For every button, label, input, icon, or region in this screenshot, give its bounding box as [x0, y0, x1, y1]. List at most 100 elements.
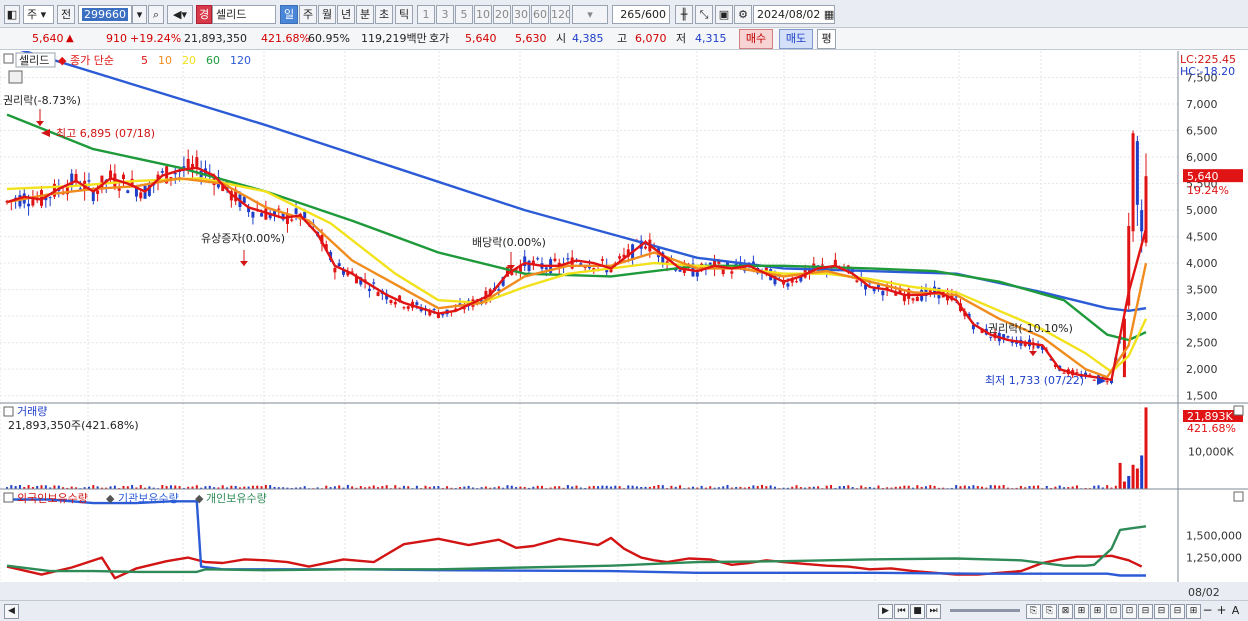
period-tab[interactable]: 일: [280, 5, 298, 24]
volume-bar: [963, 485, 966, 489]
y-tick-label: 6,500: [1186, 125, 1218, 138]
stop-icon[interactable]: ■: [910, 604, 925, 619]
annotation-label: 유상증자(0.00%): [201, 232, 285, 245]
period-tab[interactable]: 주: [299, 5, 317, 24]
candle: [730, 271, 734, 274]
date-axis-bg: [0, 582, 1248, 600]
volume-bar: [1106, 485, 1109, 489]
period-tab[interactable]: 초: [375, 5, 393, 24]
panel-icon[interactable]: [3, 406, 14, 417]
candle: [795, 281, 799, 283]
minute-dropdown[interactable]: ▾: [572, 5, 608, 24]
volume-bar: [614, 485, 617, 489]
tool-icon[interactable]: ⊞: [1186, 604, 1201, 619]
candle: [337, 263, 341, 267]
type-select-value: 주: [27, 8, 38, 21]
zoom-slider[interactable]: [950, 609, 1020, 612]
speaker-icon[interactable]: ◀▾: [167, 5, 193, 24]
count-field[interactable]: 265/600: [612, 5, 670, 24]
volume-bar: [1131, 464, 1135, 489]
minute-tab[interactable]: 3: [436, 5, 454, 24]
tool-icon[interactable]: ⊡: [1106, 604, 1121, 619]
quote-bar: 5,640 ▲ 910 +19.24% 21,893,350 421.68% 6…: [0, 28, 1248, 50]
minute-tab[interactable]: 120: [550, 5, 570, 24]
period-tab[interactable]: 월: [318, 5, 336, 24]
candle: [406, 306, 410, 309]
tool-icon[interactable]: ⊟: [1154, 604, 1169, 619]
tool-icon[interactable]: ⊞: [1090, 604, 1105, 619]
type-select[interactable]: 주 ▾: [23, 5, 54, 24]
avg-button[interactable]: 평: [817, 29, 836, 49]
tool-icon[interactable]: ⊟: [1138, 604, 1153, 619]
volume-bar: [27, 485, 30, 489]
last-icon[interactable]: ⏭: [926, 604, 941, 619]
candle: [294, 208, 298, 214]
code-input[interactable]: 299660: [78, 5, 132, 24]
tool-icon[interactable]: ⎘: [1042, 604, 1057, 619]
volume-bar: [601, 485, 604, 489]
panel-icon[interactable]: [3, 492, 14, 503]
volume-bar: [903, 485, 906, 489]
legend-ma: 60: [206, 54, 220, 67]
tool-icon[interactable]: ⊡: [1122, 604, 1137, 619]
calendar-icon[interactable]: ▦: [824, 8, 834, 21]
y-tick-label: 2,000: [1186, 363, 1218, 376]
volume-bar: [955, 485, 958, 489]
prev-button[interactable]: 전: [57, 5, 75, 24]
chart-area[interactable]: 권리락(-8.73%) 최고 6,895 (07/18) 유상증자(0.00%) 배당…: [0, 51, 1248, 600]
volume-bar: [44, 485, 47, 489]
zoom-out-icon[interactable]: −: [1200, 604, 1215, 619]
volume-bar: [385, 485, 388, 489]
close-icon[interactable]: [1233, 491, 1244, 502]
period-tab[interactable]: 년: [337, 5, 355, 24]
volume-bar: [269, 485, 272, 489]
search-icon[interactable]: ⌕: [148, 5, 164, 24]
minute-tab[interactable]: 1: [417, 5, 435, 24]
grid-icon[interactable]: [8, 70, 23, 84]
chart-type-icon[interactable]: ╫: [675, 5, 693, 24]
close-icon[interactable]: [1233, 405, 1244, 416]
minute-tab[interactable]: 10: [474, 5, 492, 24]
candle: [87, 180, 91, 182]
sell-button[interactable]: 매도: [779, 29, 813, 49]
text-size-icon[interactable]: A: [1228, 604, 1243, 619]
buy-button[interactable]: 매수: [739, 29, 773, 49]
annotation-label: 권리락(-8.73%): [3, 94, 81, 107]
first-icon[interactable]: ⏮: [894, 604, 909, 619]
code-dropdown-icon[interactable]: ▾: [132, 5, 147, 24]
zoom-in-icon[interactable]: +: [1214, 604, 1229, 619]
window-icon[interactable]: ◧: [4, 5, 20, 24]
candle: [31, 199, 35, 206]
tool-icon[interactable]: ⊟: [1170, 604, 1185, 619]
minute-tab[interactable]: 60: [531, 5, 549, 24]
volume-bar: [795, 485, 798, 489]
up-arrow-icon: ▲: [66, 33, 74, 44]
zoom-icon[interactable]: ⤡: [695, 5, 713, 24]
volume-bar: [877, 485, 880, 489]
volume-bar: [338, 485, 341, 489]
minute-tab[interactable]: 20: [493, 5, 511, 24]
minute-tab[interactable]: 30: [512, 5, 530, 24]
candle: [536, 258, 540, 260]
tool-icon[interactable]: ⊠: [1058, 604, 1073, 619]
minute-tab[interactable]: 5: [455, 5, 473, 24]
period-tab[interactable]: 틱: [395, 5, 413, 24]
stock-name-field[interactable]: 셀리드: [212, 5, 276, 24]
save-icon[interactable]: ▣: [715, 5, 733, 24]
period-tab[interactable]: 분: [356, 5, 374, 24]
date-field[interactable]: 2024/08/02 ▦: [753, 5, 835, 24]
current-price: 5,640: [32, 32, 64, 45]
tool-icon[interactable]: ⎘: [1026, 604, 1041, 619]
scroll-left-icon[interactable]: ◀: [4, 604, 19, 619]
legend-icon: ◆: [195, 492, 204, 505]
scroll-right-icon[interactable]: ▶: [878, 604, 893, 619]
gear-icon[interactable]: ⚙: [734, 5, 752, 24]
tool-icon[interactable]: ⊞: [1074, 604, 1089, 619]
candle: [251, 211, 255, 218]
candle: [372, 282, 376, 284]
candle: [277, 208, 281, 210]
volume-bar: [916, 485, 919, 489]
volume-bar: [1140, 455, 1144, 489]
bottom-bar: ◀ ▶ ⏮ ■ ⏭ ⎘ ⎘ ⊠ ⊞ ⊞ ⊡ ⊡ ⊟ ⊟ ⊟ ⊞ − + A: [0, 600, 1248, 621]
panel-icon[interactable]: [3, 53, 14, 64]
